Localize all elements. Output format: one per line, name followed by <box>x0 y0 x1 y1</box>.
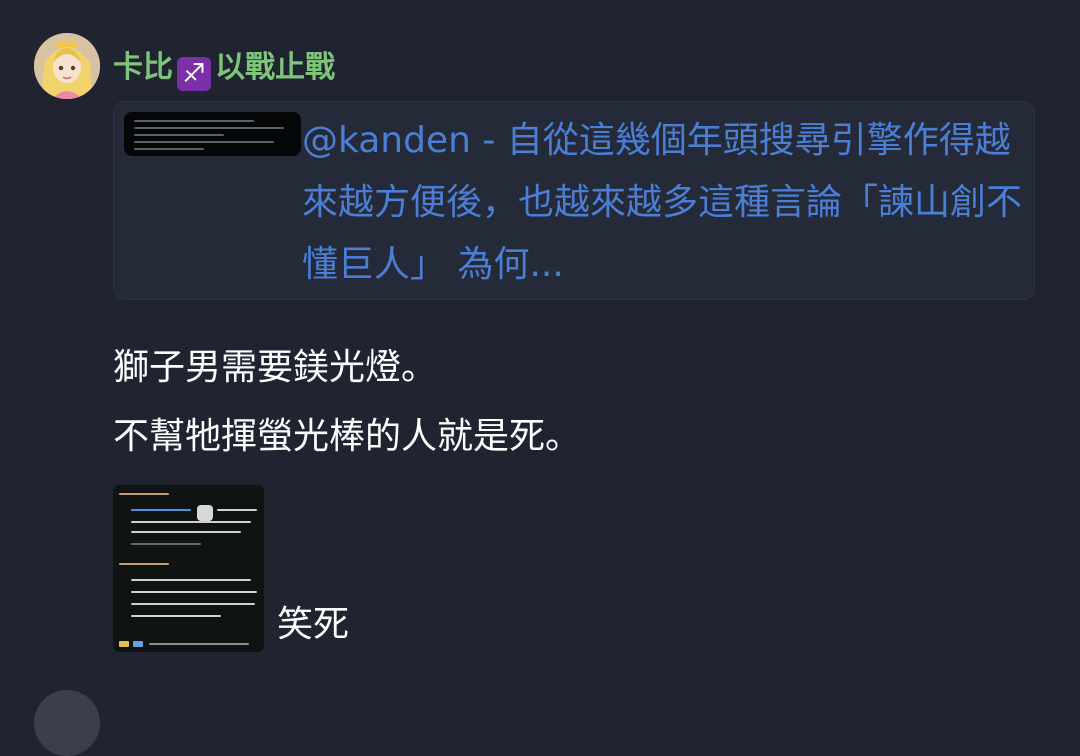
author-name-part1: 卡比 <box>113 50 173 85</box>
post-body-line-2: 不幫牠揮螢光棒的人就是死。 <box>113 416 582 457</box>
author-name-part2: 以戰止戰 <box>215 50 335 85</box>
next-post-avatar[interactable] <box>34 690 100 756</box>
avatar-image <box>34 33 100 99</box>
attachment-caption: 笑死 <box>277 604 350 645</box>
author-avatar[interactable] <box>34 33 100 99</box>
quoted-post-card[interactable]: @kanden - 自從這幾個年頭搜尋引擎作得越來越方便後，也越來越多這種言論「… <box>113 101 1035 300</box>
post-body-line-1: 獅子男需要鎂光燈。 <box>113 347 438 388</box>
sagittarius-icon: ♐ <box>177 57 211 91</box>
attached-screenshot[interactable] <box>113 485 264 652</box>
quoted-post-thumbnail <box>124 112 301 156</box>
quoted-post-text[interactable]: @kanden - 自從這幾個年頭搜尋引擎作得越來越方便後，也越來越多這種言論「… <box>302 110 1022 296</box>
author-name[interactable]: 卡比 ♐ 以戰止戰 <box>113 48 335 91</box>
